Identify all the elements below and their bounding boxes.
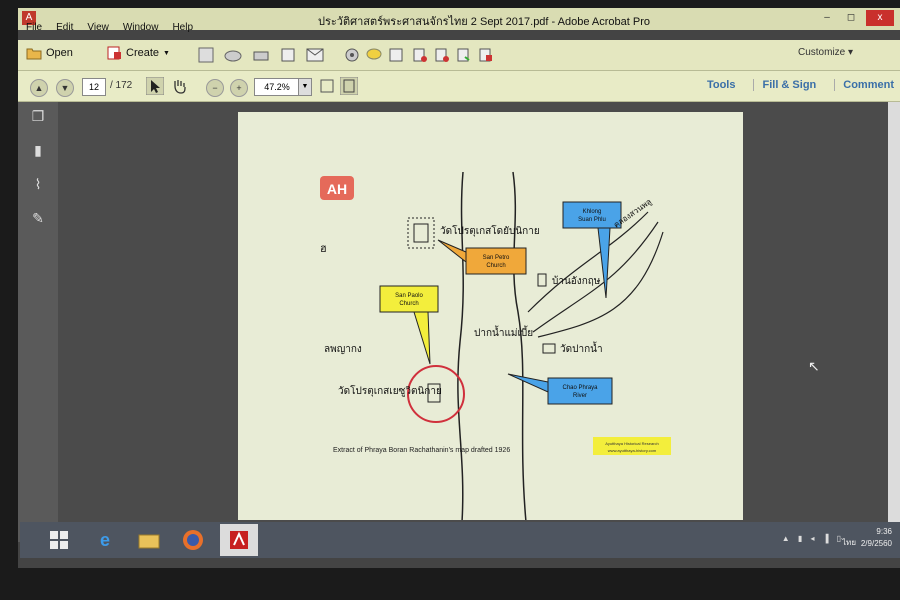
main-toolbar: Open Create ▼ <box>18 40 900 71</box>
cloud-upload-icon[interactable] <box>224 47 242 63</box>
window-controls: – ◻ x <box>818 10 894 26</box>
zoom-level-field[interactable]: 47.2% <box>254 78 300 96</box>
customize-dropdown[interactable]: Customize ▾ <box>798 47 853 58</box>
lower-temple-label: วัดโปรตุเกสเยซูวิตนิกาย <box>338 384 442 397</box>
next-page-button[interactable]: ▼ <box>56 79 74 97</box>
redact-icon[interactable] <box>412 47 428 63</box>
language-indicator[interactable]: ไทย <box>842 536 856 549</box>
wat-pak-marker <box>542 343 556 354</box>
chevron-down-icon: ▼ <box>163 49 170 57</box>
chao-phraya-callout: Chao Phraya River <box>507 373 613 405</box>
river-bank-left <box>457 171 464 523</box>
svg-text:www.ayutthaya-history.com: www.ayutthaya-history.com <box>608 448 657 453</box>
pdf-page: AH วัดโปรตุเกสโดยับนิกาย ฮ San Petro Chur… <box>238 112 743 523</box>
email-icon[interactable] <box>306 48 324 62</box>
lak-pha-label: ลพญากง <box>324 344 362 355</box>
page-thumbnails-icon[interactable]: ❐ <box>29 108 47 126</box>
zoom-in-button[interactable]: + <box>230 79 248 97</box>
signature-icon[interactable]: ✎ <box>29 210 47 228</box>
river-bank-right <box>512 171 527 523</box>
open-label: Open <box>46 47 73 59</box>
ban-angkrit-label: บ้านอังกฤษ <box>552 275 601 287</box>
san-paolo-callout: San Paolo Church <box>379 285 439 365</box>
system-tray-icons[interactable]: ▲ ▮ ◂ ▐ ▯ <box>782 534 844 543</box>
close-window-button[interactable]: x <box>866 10 894 26</box>
monitor-screen: A ประวัติศาสตร์พระศาสนจักรไทย 2 Sept 201… <box>18 8 900 568</box>
pak-nam-label: ปากน้ำแม่เบี้ย <box>474 325 533 339</box>
folder-icon <box>26 48 42 60</box>
mouse-cursor: ↖ <box>808 358 820 374</box>
sign-icon[interactable] <box>388 47 404 63</box>
menu-edit[interactable]: Edit <box>56 22 73 33</box>
create-label: Create <box>126 47 160 59</box>
page-number-input[interactable]: 12 <box>82 78 106 96</box>
tab-comment[interactable]: Comment <box>834 79 894 91</box>
plus-icon: + <box>236 83 242 93</box>
svg-text:Ayutthaya Historical Research: Ayutthaya Historical Research <box>605 441 659 446</box>
internet-explorer-icon[interactable]: e <box>86 524 124 556</box>
wat-pak-label: วัดปากน้ำ <box>560 341 603 355</box>
previous-page-button[interactable]: ▲ <box>30 79 48 97</box>
windows-taskbar: e ▲ ▮ ◂ ▐ ▯ ไทย 9:36 2/9/2560 <box>20 522 900 558</box>
minimize-button[interactable]: – <box>818 10 836 26</box>
menu-help[interactable]: Help <box>172 22 193 33</box>
arrow-up-icon: ▲ <box>34 83 44 93</box>
clock[interactable]: 9:36 2/9/2560 <box>861 526 892 550</box>
chevron-down-icon: ▼ <box>301 83 309 90</box>
select-tool-icon[interactable] <box>146 77 164 95</box>
fit-page-icon[interactable] <box>340 77 358 95</box>
edit-icon[interactable] <box>280 47 296 63</box>
san-petro-callout: San Petro Church <box>437 239 527 275</box>
map-figure: AH วัดโปรตุเกสโดยับนิกาย ฮ San Petro Chur… <box>320 171 671 523</box>
save-icon[interactable] <box>198 47 214 63</box>
export-icon[interactable] <box>456 47 472 63</box>
thai-glyph-left: ฮ <box>320 242 327 255</box>
file-explorer-icon[interactable] <box>130 524 168 556</box>
pdf-tool-icon[interactable] <box>478 47 494 63</box>
tab-tools[interactable]: Tools <box>699 79 736 91</box>
bookmark-icon[interactable]: ▮ <box>29 142 47 160</box>
hand-tool-icon[interactable] <box>170 77 188 95</box>
vertical-scrollbar[interactable] <box>888 102 900 542</box>
firefox-icon[interactable] <box>174 524 212 556</box>
zoom-dropdown-button[interactable]: ▼ <box>298 78 312 96</box>
ah-logo: AH <box>320 176 354 200</box>
maximize-button[interactable]: ◻ <box>842 10 860 26</box>
upper-temple-label: วัดโปรตุเกสโดยับนิกาย <box>440 224 540 237</box>
print-icon[interactable] <box>252 47 270 63</box>
start-button[interactable] <box>40 524 78 556</box>
svg-text:AH: AH <box>327 181 347 197</box>
navigation-toolbar: ▲ ▼ 12 / 172 − + 47.2% ▼ Customize ▾ Too… <box>18 47 900 102</box>
menu-file[interactable]: File <box>26 22 42 33</box>
open-button[interactable]: Open <box>26 46 73 60</box>
acrobat-taskbar-icon[interactable] <box>220 524 258 556</box>
ban-angkrit-marker <box>537 273 547 287</box>
map-caption: Extract of Phraya Boran Rachathanin's ma… <box>333 447 510 454</box>
window-title: ประวัติศาสตร์พระศาสนจักรไทย 2 Sept 2017.… <box>318 16 650 28</box>
credit-box: Ayutthaya Historical Research www.ayutth… <box>593 437 671 455</box>
comment-bubble-icon[interactable] <box>366 47 382 63</box>
navigation-pane: ❐ ▮ ⌇ ✎ <box>18 102 58 542</box>
minus-icon: − <box>212 83 218 93</box>
clock-time: 9:36 <box>876 527 892 536</box>
windows-logo-icon <box>50 531 68 549</box>
right-pane-tabs: Tools Fill & Sign Comment <box>699 79 894 91</box>
zoom-out-button[interactable]: − <box>206 79 224 97</box>
arrow-down-icon: ▼ <box>60 83 70 93</box>
attachment-icon[interactable]: ⌇ <box>29 176 47 194</box>
gear-icon[interactable] <box>344 47 360 63</box>
menu-bar: File Edit View Window Help <box>26 22 193 33</box>
clock-date: 2/9/2560 <box>860 539 892 548</box>
menu-window[interactable]: Window <box>123 22 159 33</box>
total-pages: / 172 <box>110 80 133 91</box>
menu-view[interactable]: View <box>87 22 109 33</box>
upper-temple-marker <box>407 217 435 249</box>
tab-fill-sign[interactable]: Fill & Sign <box>753 79 816 91</box>
create-pdf-icon <box>107 46 121 60</box>
fit-width-icon[interactable] <box>318 77 336 95</box>
protect-icon[interactable] <box>434 47 450 63</box>
create-button[interactable]: Create ▼ <box>106 46 170 60</box>
